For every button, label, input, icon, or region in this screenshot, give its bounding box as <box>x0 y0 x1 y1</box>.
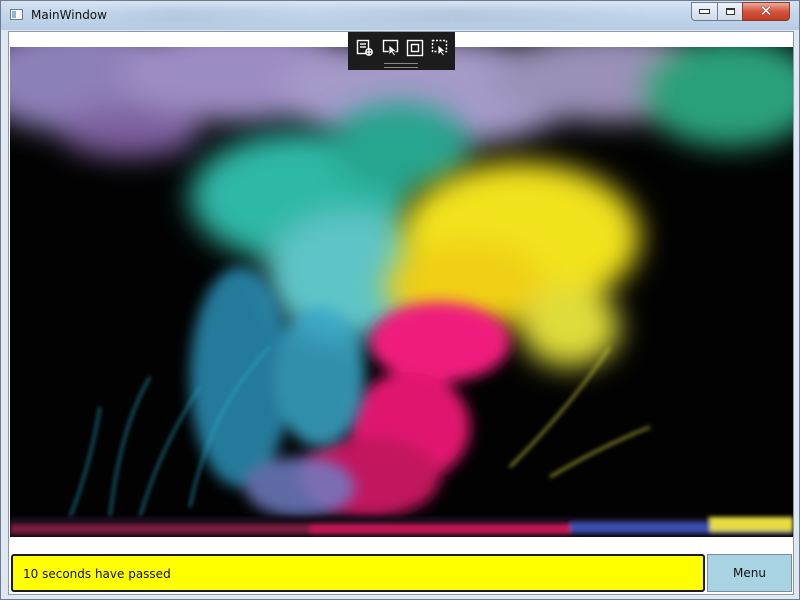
ink-photo <box>10 47 793 537</box>
toolbar-grip[interactable] <box>384 63 418 68</box>
minimize-button[interactable] <box>691 2 718 21</box>
track-focused-element-icon[interactable] <box>430 39 450 57</box>
window-title: MainWindow <box>31 8 107 22</box>
menu-button[interactable]: Menu <box>707 554 792 592</box>
client-area: 10 seconds have passed Menu <box>8 31 794 595</box>
title-bar[interactable]: MainWindow ✕ <box>1 1 799 30</box>
main-window: MainWindow ✕ 10 seconds have passed Menu <box>0 0 800 600</box>
select-element-icon[interactable] <box>381 39 401 57</box>
display-layout-adorners-icon[interactable] <box>405 39 425 57</box>
status-message: 10 seconds have passed <box>23 567 171 581</box>
live-visual-tree-icon[interactable] <box>355 39 375 57</box>
close-button[interactable]: ✕ <box>742 2 790 21</box>
app-icon <box>10 9 23 20</box>
minimize-icon <box>699 9 710 14</box>
maximize-button[interactable] <box>717 2 743 21</box>
maximize-icon <box>725 8 735 15</box>
debug-toolbar <box>348 32 455 70</box>
close-icon: ✕ <box>759 2 773 20</box>
status-box: 10 seconds have passed <box>11 554 705 592</box>
